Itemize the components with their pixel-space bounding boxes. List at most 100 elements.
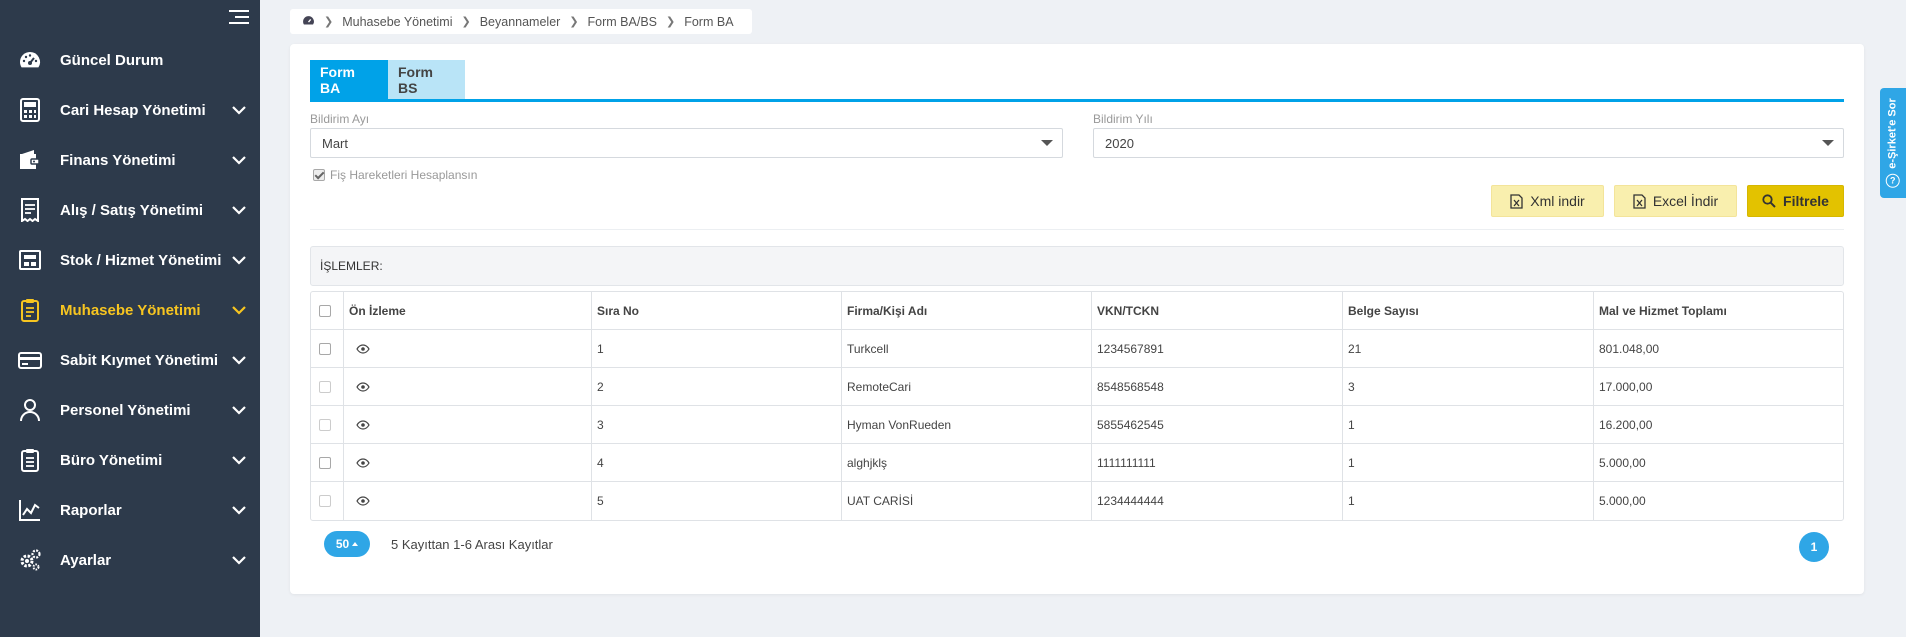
sidebar-item-label: Muhasebe Yönetimi xyxy=(60,301,201,319)
per-page-button[interactable]: 50 xyxy=(324,531,370,557)
chevron-down-icon xyxy=(232,356,246,365)
records-info: 5 Kayıttan 1-6 Arası Kayıtlar xyxy=(391,537,553,552)
sidebar-item-ayarlar[interactable]: Ayarlar xyxy=(0,535,260,585)
caret-down-icon xyxy=(1822,140,1834,146)
xml-download-button[interactable]: Xml indir xyxy=(1491,185,1604,217)
eye-icon[interactable] xyxy=(356,343,370,354)
sidebar-item-personel[interactable]: Personel Yönetimi xyxy=(0,385,260,435)
toplam-cell: 5.000,00 xyxy=(1593,482,1843,520)
sidebar-item-guncel-durum[interactable]: Güncel Durum xyxy=(0,35,260,85)
year-label: Bildirim Yılı xyxy=(1093,112,1153,126)
page-button[interactable]: 1 xyxy=(1799,532,1829,562)
chevron-right-icon: ❯ xyxy=(569,16,579,28)
excel-download-button[interactable]: Excel İndir xyxy=(1614,185,1737,217)
table-row: 2 RemoteCari 8548568548 3 17.000,00 xyxy=(311,368,1843,406)
question-icon: ? xyxy=(1886,173,1901,188)
recalc-checkbox[interactable] xyxy=(313,169,325,181)
sidebar-item-label: Güncel Durum xyxy=(60,51,164,69)
section-title: İŞLEMLER: xyxy=(310,246,1844,286)
divider xyxy=(310,229,1844,230)
breadcrumb-item[interactable]: Form BA/BS xyxy=(588,15,657,29)
recalc-checkbox-row: Fiş Hareketleri Hesaplansın xyxy=(313,168,477,182)
ask-company-tab[interactable]: ? e-Şirket'e Sor xyxy=(1880,88,1906,198)
column-header[interactable]: Belge Sayısı xyxy=(1342,292,1593,329)
sidebar-item-label: Raporlar xyxy=(60,501,122,519)
firma-cell: RemoteCari xyxy=(841,368,1091,405)
chart-icon xyxy=(18,498,42,522)
chevron-down-icon xyxy=(232,556,246,565)
tab-underline xyxy=(310,99,1844,102)
eye-icon[interactable] xyxy=(356,381,370,392)
preview-cell xyxy=(343,368,591,405)
gears-icon xyxy=(18,548,42,572)
vkn-cell: 8548568548 xyxy=(1091,368,1342,405)
row-select-cell xyxy=(311,368,343,405)
firma-cell: UAT CARİSİ xyxy=(841,482,1091,520)
tab-form-bs[interactable]: Form BS xyxy=(388,60,465,100)
sidebar-item-label: Alış / Satış Yönetimi xyxy=(60,201,204,219)
sidebar-item-stok-hizmet[interactable]: Stok / Hizmet Yönetimi xyxy=(0,235,260,285)
sidebar-item-alis-satis[interactable]: Alış / Satış Yönetimi xyxy=(0,185,260,235)
sira-no-cell: 3 xyxy=(591,406,841,443)
eye-icon[interactable] xyxy=(356,419,370,430)
chevron-down-icon xyxy=(232,206,246,215)
ask-company-label: e-Şirket'e Sor xyxy=(1887,98,1900,169)
sidebar-item-label: Finans Yönetimi xyxy=(60,151,176,169)
user-icon xyxy=(18,398,42,422)
column-header[interactable]: Firma/Kişi Adı xyxy=(841,292,1091,329)
column-header[interactable]: Sıra No xyxy=(591,292,841,329)
sidebar-item-finans[interactable]: Finans Yönetimi xyxy=(0,135,260,185)
toplam-cell: 5.000,00 xyxy=(1593,444,1843,481)
row-select-cell xyxy=(311,444,343,481)
breadcrumb-item: Form BA xyxy=(684,14,734,29)
box-icon xyxy=(18,248,42,272)
chevron-right-icon: ❯ xyxy=(461,16,471,28)
dashboard-icon[interactable] xyxy=(302,14,315,30)
sidebar-item-raporlar[interactable]: Raporlar xyxy=(0,485,260,535)
belge-cell: 1 xyxy=(1342,444,1593,481)
caret-down-icon xyxy=(1041,140,1053,146)
filter-button[interactable]: Filtrele xyxy=(1747,185,1844,217)
sidebar-item-cari-hesap[interactable]: Cari Hesap Yönetimi xyxy=(0,85,260,135)
breadcrumb-item[interactable]: Muhasebe Yönetimi xyxy=(342,15,452,29)
operations-table: Ön İzleme Sıra No Firma/Kişi Adı VKN/TCK… xyxy=(310,291,1844,521)
chevron-right-icon: ❯ xyxy=(324,16,334,28)
chevron-down-icon xyxy=(232,456,246,465)
filter-label: Filtrele xyxy=(1783,193,1829,209)
firma-cell: Turkcell xyxy=(841,330,1091,367)
sidebar-toggle-icon[interactable] xyxy=(229,10,249,26)
sidebar-item-muhasebe[interactable]: Muhasebe Yönetimi xyxy=(0,285,260,335)
column-header[interactable]: Ön İzleme xyxy=(343,292,591,329)
chevron-down-icon xyxy=(232,506,246,515)
vkn-cell: 1111111111 xyxy=(1091,444,1342,481)
eye-icon[interactable] xyxy=(356,496,370,506)
sidebar-item-buro[interactable]: Büro Yönetimi xyxy=(0,435,260,485)
tab-form-ba[interactable]: Form BA xyxy=(310,60,388,100)
dashboard-icon xyxy=(18,48,42,72)
year-select[interactable]: 2020 xyxy=(1093,128,1844,158)
row-checkbox[interactable] xyxy=(318,495,331,507)
breadcrumb-item[interactable]: Beyannameler xyxy=(480,15,561,29)
eye-icon[interactable] xyxy=(356,457,370,468)
row-checkbox[interactable] xyxy=(318,456,331,469)
sidebar-item-label: Büro Yönetimi xyxy=(60,451,163,469)
month-select[interactable]: Mart xyxy=(310,128,1063,158)
clipboard-list-icon xyxy=(18,448,42,472)
row-checkbox[interactable] xyxy=(318,342,331,355)
sidebar-item-sabit-kiymet[interactable]: Sabit Kıymet Yönetimi xyxy=(0,335,260,385)
column-header[interactable]: Mal ve Hizmet Toplamı xyxy=(1593,292,1843,329)
preview-cell xyxy=(343,330,591,367)
select-all-checkbox[interactable] xyxy=(318,304,331,317)
row-checkbox[interactable] xyxy=(318,380,331,393)
caret-up-icon xyxy=(352,542,359,546)
row-checkbox[interactable] xyxy=(318,418,331,431)
receipt-icon xyxy=(18,198,42,222)
column-header[interactable]: VKN/TCKN xyxy=(1091,292,1342,329)
table-row: 5 UAT CARİSİ 1234444444 1 5.000,00 xyxy=(311,482,1843,520)
row-select-cell xyxy=(311,406,343,443)
wallet-icon xyxy=(18,148,42,172)
month-value: Mart xyxy=(322,135,348,151)
chevron-right-icon: ❯ xyxy=(666,16,676,28)
month-label: Bildirim Ayı xyxy=(310,112,370,126)
firma-cell: Hyman VonRueden xyxy=(841,406,1091,443)
